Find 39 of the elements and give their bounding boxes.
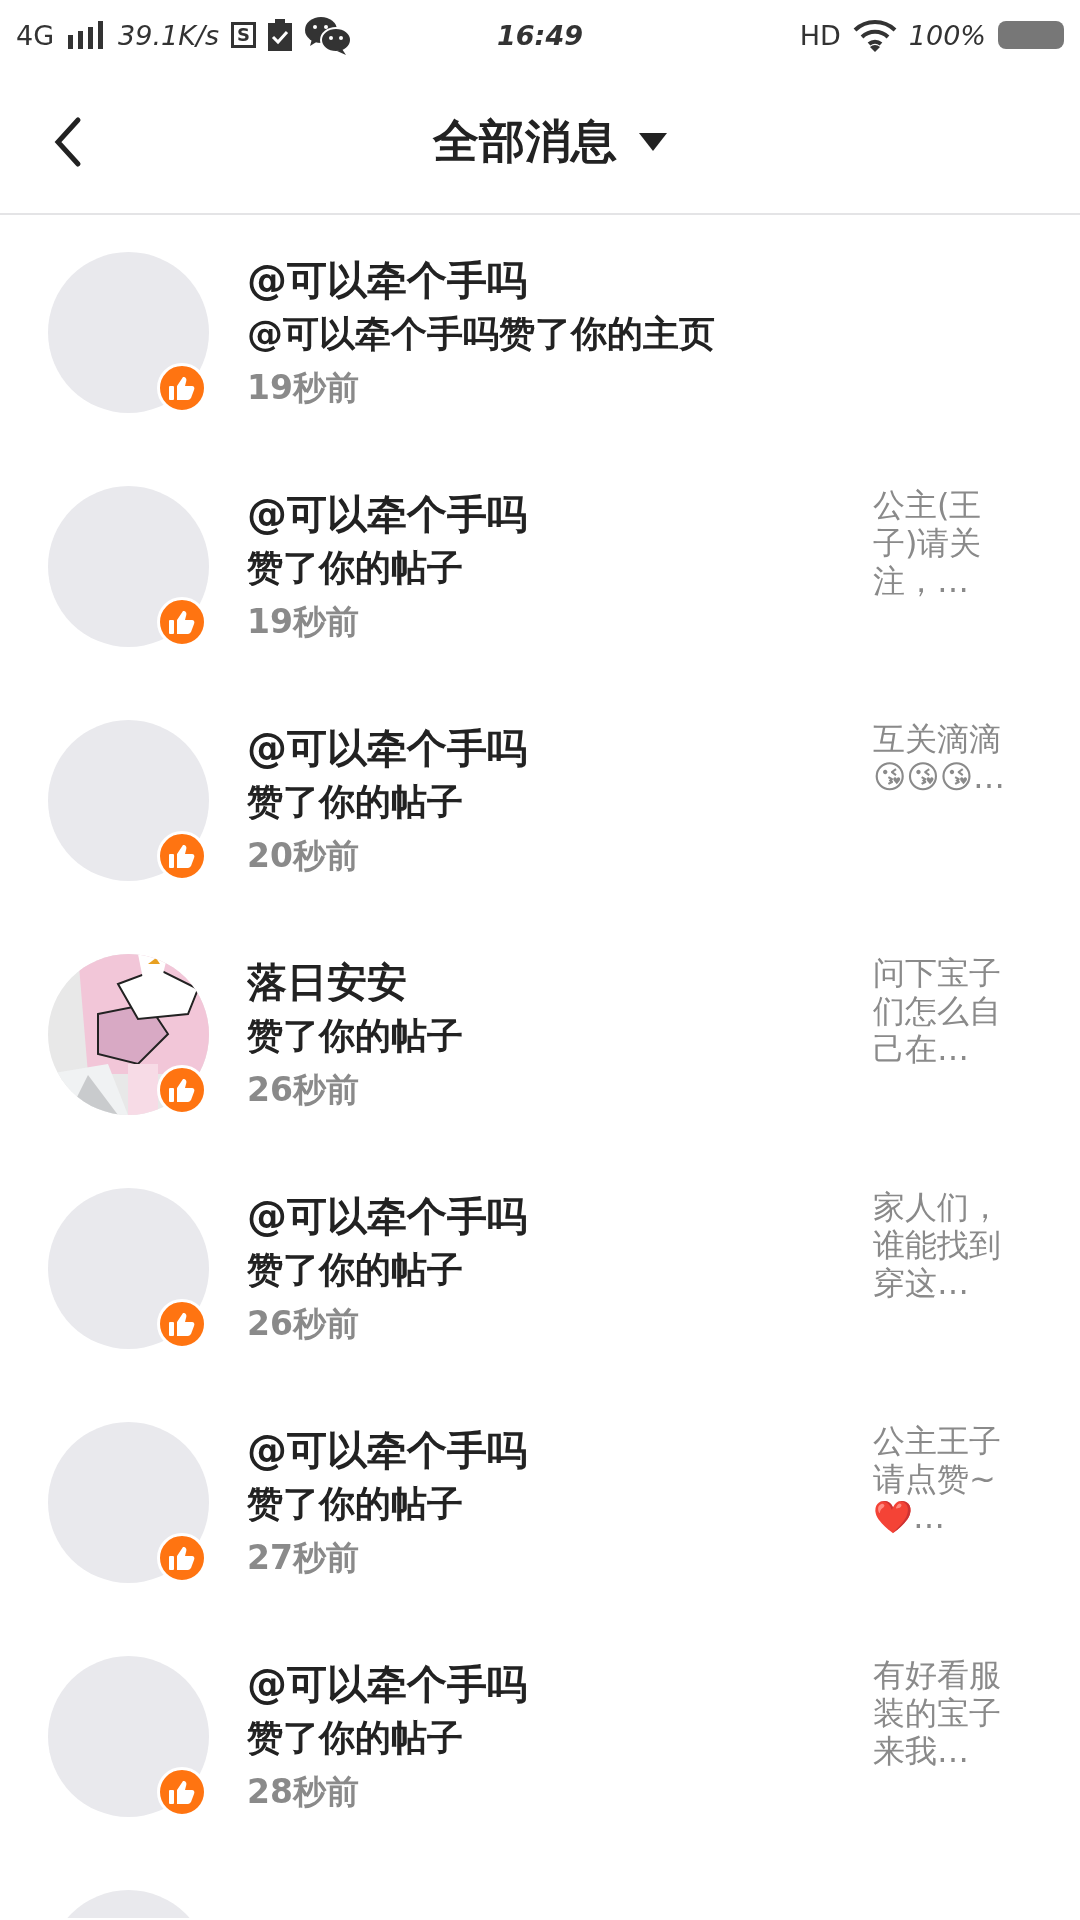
battery-percent: 100% [908, 19, 986, 51]
message-time: 28秒前 [247, 1771, 360, 1813]
hd-indicator: HD [799, 19, 841, 51]
post-snippet: 公主(王子)请关注，… [873, 486, 983, 600]
like-action: 赞了你的帖子 [247, 1482, 464, 1526]
clock-time: 16:49 [497, 19, 583, 51]
wifi-icon [852, 18, 897, 52]
sender-name: 落日安安 [247, 958, 408, 1007]
post-snippet: 有好看服装的宝子来我… [873, 1656, 1002, 1770]
sender-name: @可以牵个手吗 [247, 724, 528, 773]
post-snippet: 问下宝子们怎么自己在… [873, 954, 1002, 1068]
sender-name: @可以牵个手吗 [247, 1192, 528, 1241]
sender-name: @可以牵个手吗 [247, 1426, 528, 1475]
battery-icon [998, 21, 1064, 49]
like-action: @可以牵个手吗赞了你的主页 [247, 312, 716, 356]
like-action: 赞了你的帖子 [247, 546, 464, 590]
post-snippet: 家人们，谁能找到穿这… [873, 1188, 1002, 1302]
caret-icon [639, 132, 667, 151]
message-time: 27秒前 [247, 1537, 360, 1579]
network-type: 4G [16, 19, 55, 51]
sim-badge: S [231, 22, 257, 48]
message-time: 26秒前 [247, 1069, 360, 1111]
like-action: 赞了你的帖子 [247, 780, 464, 824]
post-snippet: 公主王子请点赞~❤… [873, 1422, 1002, 1536]
message-time: 20秒前 [247, 835, 360, 877]
title-dropdown[interactable]: 全部消息 [433, 110, 667, 173]
message-time: 26秒前 [247, 1303, 360, 1345]
clipboard-check-icon [268, 19, 293, 51]
like-action: 赞了你的帖子 [247, 1716, 464, 1760]
message-time: 19秒前 [247, 367, 360, 409]
sender-name: @可以牵个手吗 [247, 256, 528, 305]
message-time: 19秒前 [247, 601, 360, 643]
sender-name: @可以牵个手吗 [247, 1660, 528, 1709]
like-action: 赞了你的帖子 [247, 1248, 464, 1292]
chat-bubbles-icon [304, 15, 353, 55]
like-action: 赞了你的帖子 [247, 1014, 464, 1058]
network-speed: 39.1K/s [118, 19, 220, 51]
sender-name: @可以牵个手吗 [247, 490, 528, 539]
post-snippet: 互关滴滴😘😘😘… [873, 720, 1007, 796]
